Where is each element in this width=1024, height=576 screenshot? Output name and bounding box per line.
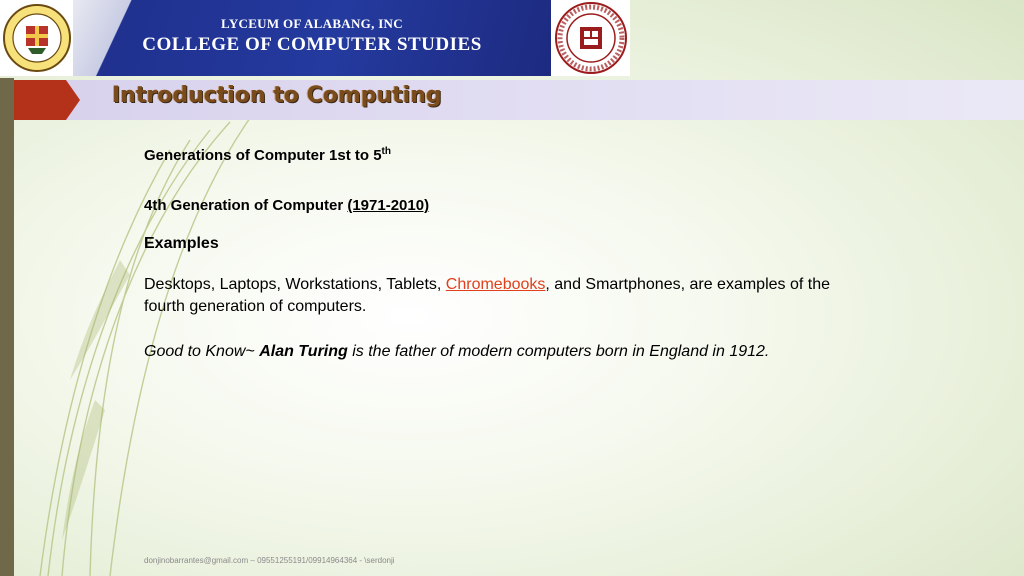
title-arrow-marker (14, 80, 80, 120)
institution-name: LYCEUM OF ALABANG, INC (221, 16, 403, 31)
chromebooks-link[interactable]: Chromebooks (446, 276, 546, 293)
ccs-seal-logo (555, 2, 627, 74)
header-banner: LYCEUM OF ALABANG, INC COLLEGE OF COMPUT… (0, 0, 630, 76)
fourth-generation-heading: 4th Generation of Computer (1971-2010) (144, 197, 429, 214)
college-name-panel: LYCEUM OF ALABANG, INC COLLEGE OF COMPUT… (73, 0, 551, 76)
generations-heading: Generations of Computer 1st to 5th (144, 146, 391, 164)
footer-contact: donjinobarrantes@gmail.com – 09551255191… (144, 556, 395, 565)
fourth-generation-heading-text: 4th Generation of Computer (144, 197, 348, 214)
fourth-generation-years: (1971-2010) (347, 197, 430, 214)
college-name: COLLEGE OF COMPUTER STUDIES (142, 34, 482, 55)
generations-heading-text: Generations of Computer 1st to 5 (144, 147, 382, 164)
good-to-know-paragraph: Good to Know~ Alan Turing is the father … (144, 341, 854, 363)
generations-heading-sup: th (381, 146, 391, 157)
examples-text-before: Desktops, Laptops, Workstations, Tablets… (144, 276, 446, 293)
good-to-know-suffix: is the father of modern computers born i… (347, 343, 770, 360)
alan-turing-name: Alan Turing (259, 343, 348, 360)
good-to-know-prefix: Good to Know~ (144, 343, 260, 360)
examples-paragraph: Desktops, Laptops, Workstations, Tablets… (144, 274, 844, 318)
examples-heading: Examples (144, 235, 219, 252)
lyceum-seal-logo (3, 4, 71, 72)
slide-title: Introduction to Computing (112, 83, 442, 108)
